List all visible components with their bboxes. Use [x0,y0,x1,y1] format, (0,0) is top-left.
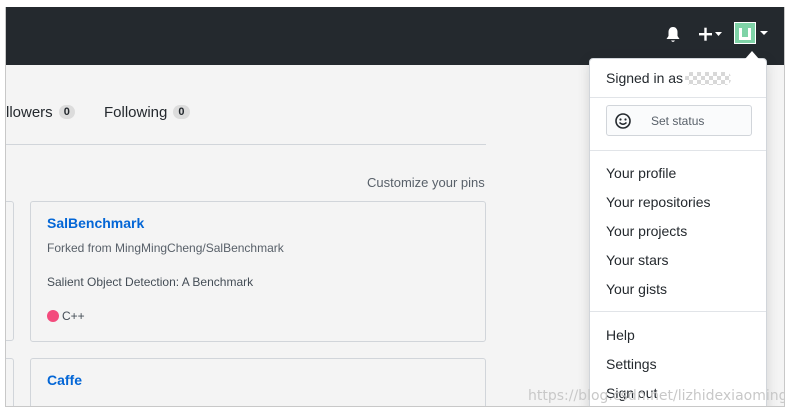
following-count: 0 [173,105,190,119]
tabs-divider [6,144,486,145]
menu-item-help[interactable]: Help [606,327,635,343]
plus-icon[interactable] [696,24,724,44]
menu-item-your-repositories[interactable]: Your repositories [606,194,711,210]
avatar [734,22,756,44]
pinned-repo-card-partial [6,358,14,406]
followers-count: 0 [58,105,75,119]
menu-item-your-projects[interactable]: Your projects [606,223,687,239]
language-label: C++ [62,309,85,323]
dropdown-caret [745,51,759,59]
user-menu-toggle[interactable] [734,22,770,46]
set-status-label: Set status [651,114,705,128]
identicon [739,28,751,40]
menu-item-your-gists[interactable]: Your gists [606,281,667,297]
signed-in-header: Signed in as [606,70,732,86]
menu-divider [590,150,766,151]
tab-following-label: Following [104,104,168,121]
menu-item-your-stars[interactable]: Your stars [606,252,669,268]
watermark-text: https://blog.csdn.net/lizhidexiaoming [528,388,785,404]
tab-followers-label: llowers [6,104,53,121]
signed-in-label: Signed in as [606,70,684,86]
tab-followers[interactable]: llowers 0 [6,104,75,121]
set-status-button[interactable]: Set status [606,105,752,136]
fork-source-text: Forked from MingMingCheng/SalBenchmark [47,241,284,255]
pinned-repo-card: SalBenchmark Forked from MingMingCheng/S… [30,201,486,342]
user-dropdown-menu: Signed in as Set status Your profile You… [589,51,767,406]
menu-divider [590,311,766,312]
browser-viewport: llowers 0 Following 0 Customize your pins … [5,7,785,407]
header-bar [6,7,784,65]
menu-divider [590,97,766,98]
repo-name-link[interactable]: SalBenchmark [47,215,144,231]
language-color-dot [47,310,59,322]
redacted-username [685,72,732,85]
customize-pins-link[interactable]: Customize your pins [367,175,485,190]
repo-description: Salient Object Detection: A Benchmark [47,275,254,289]
tab-following[interactable]: Following 0 [104,104,190,121]
bell-icon[interactable] [665,26,681,44]
repo-name-link[interactable]: Caffe [47,372,82,388]
repo-language: C++ [47,309,85,323]
pinned-repo-card-partial [6,201,14,341]
chevron-down-icon [760,31,768,35]
smiley-icon [615,113,631,129]
menu-item-your-profile[interactable]: Your profile [606,165,676,181]
pinned-repo-card: Caffe [30,358,486,406]
menu-item-settings[interactable]: Settings [606,356,657,372]
